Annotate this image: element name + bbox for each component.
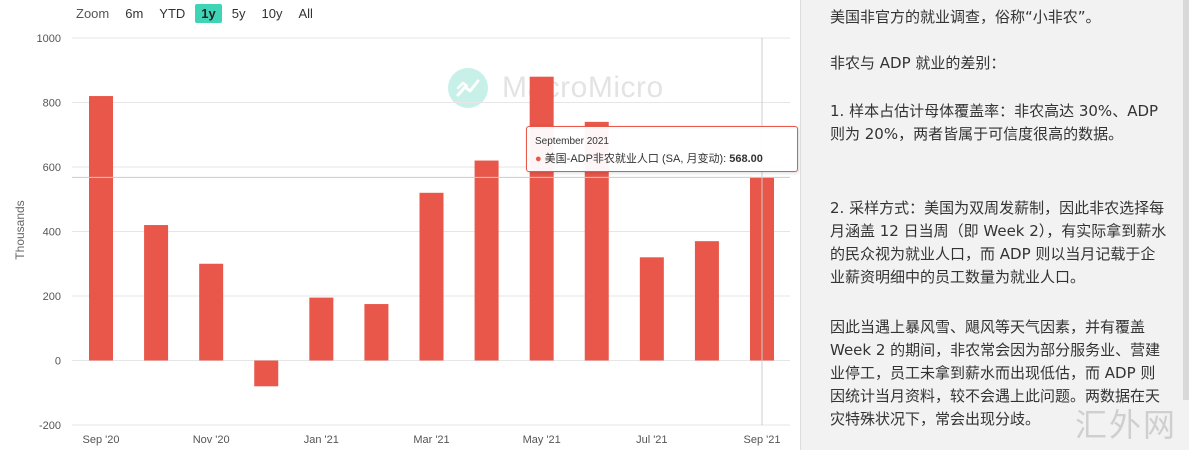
bar[interactable] [364,304,389,361]
tooltip-date: September 2021 [535,136,609,147]
note-paragraph-3: 1. 样本占估计母体覆盖率：非农高达 30%、ADP 则为 20%，两者皆属于可… [830,102,1159,143]
chart-panel: Zoom 6m YTD 1y 5y 10y All MacroMicro -20… [0,0,800,450]
scrollbar[interactable] [1183,0,1189,400]
x-tick-label: Jan '21 [304,434,339,446]
tooltip-value: 568.00 [729,153,763,165]
bar-chart[interactable]: -200 0 200 400 600 800 1000 Sep '20 Nov '20 Jan … [0,0,800,450]
x-tick-label: Sep '21 [744,434,781,446]
bar[interactable] [254,360,279,387]
bar[interactable] [419,192,444,361]
description-panel: 美国非官方的就业调查，俗称“小非农”。 非农与 ADP 就业的差别： 1. 样本… [800,0,1189,450]
bar[interactable] [89,96,113,361]
tooltip-series-dot-icon: ● [535,153,542,165]
tooltip-row: ● 美国-ADP非农就业人口 (SA, 月变动): 568.00 [535,150,763,166]
y-tick-label: 600 [43,162,61,174]
y-axis-ticks: -200 0 200 400 600 800 1000 [37,33,61,432]
y-tick-label: 1000 [37,33,61,45]
bar[interactable] [474,160,499,361]
bar[interactable] [309,297,334,361]
x-tick-label: Jul '21 [636,434,667,446]
bar[interactable] [639,257,664,361]
y-tick-label: 0 [55,356,61,368]
bar[interactable] [694,241,719,361]
site-watermark: 汇外网 [1074,406,1177,444]
x-tick-label: Mar '21 [413,434,449,446]
x-tick-label: May '21 [523,434,561,446]
note-paragraph-4: 2. 采样方式：美国为双周发薪制，因此非农选择每月涵盖 12 日当周（即 Wee… [830,199,1167,286]
note-paragraph-1: 美国非官方的就业调查，俗称“小非农”。 [830,8,1101,26]
bar[interactable] [529,76,554,361]
x-tick-label: Nov '20 [193,434,230,446]
y-tick-label: -200 [39,420,61,432]
x-tick-label: Sep '20 [83,434,120,446]
x-axis-ticks: Sep '20 Nov '20 Jan '21 Mar '21 May '21 Jul '… [83,434,781,446]
tooltip-series-label: 美国-ADP非农就业人口 (SA, 月变动): [544,153,727,165]
y-tick-label: 200 [43,291,61,303]
y-tick-label: 400 [43,227,61,239]
bar[interactable] [199,263,224,361]
y-axis-label: Thousands [13,200,27,259]
note-paragraph-2: 非农与 ADP 就业的差别： [830,54,1006,72]
tooltip: September 2021 ● 美国-ADP非农就业人口 (SA, 月变动): … [526,126,798,172]
bar[interactable] [144,225,169,361]
y-tick-label: 800 [43,98,61,110]
